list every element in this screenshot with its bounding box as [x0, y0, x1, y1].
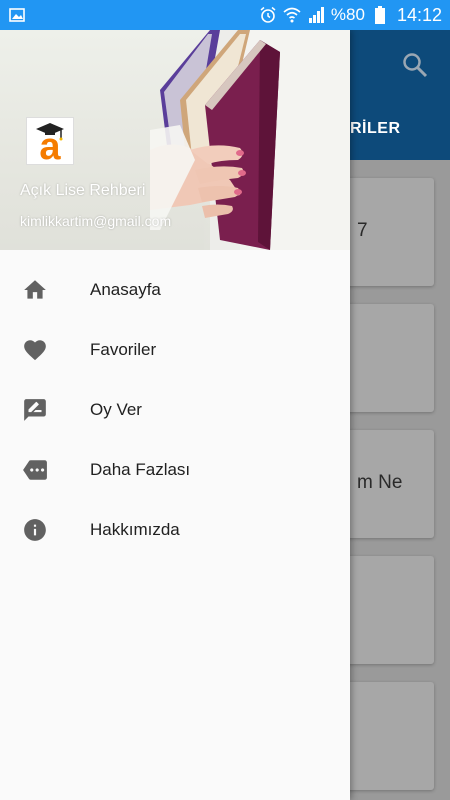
heart-icon [20, 335, 50, 365]
list-card[interactable] [337, 304, 434, 412]
menu-label: Hakkımızda [90, 520, 180, 539]
list-card[interactable]: 7 [337, 178, 434, 286]
menu-item-daha-fazlasi[interactable]: Daha Fazlası [0, 440, 350, 500]
gallery-icon [8, 6, 26, 24]
menu-item-hakkimizda[interactable]: Hakkımızda [0, 500, 350, 560]
tab-favorites-partial[interactable]: RİLER [350, 120, 401, 138]
drawer-email: kimlikkartim@gmail.com [20, 213, 172, 229]
drawer-app-name: Açık Lise Rehberi [20, 182, 146, 199]
list-card[interactable] [337, 556, 434, 664]
menu-label: Oy Ver [90, 400, 142, 419]
wifi-icon [283, 6, 301, 24]
battery-icon [371, 6, 389, 24]
signal-icon [307, 6, 325, 24]
books-header-image [150, 30, 350, 250]
menu-item-oy-ver[interactable]: Oy Ver [0, 380, 350, 440]
more-label-icon [20, 455, 50, 485]
drawer-menu: Anasayfa Favoriler Oy Ver Daha Fazlası H… [0, 260, 350, 560]
menu-label: Anasayfa [90, 280, 161, 299]
battery-percent: %80 [330, 5, 365, 24]
menu-label: Daha Fazlası [90, 460, 191, 479]
status-time: 14:12 [396, 4, 442, 25]
status-bar: %80 14:12 [0, 0, 450, 30]
app-logo: a [26, 117, 74, 165]
menu-item-favoriler[interactable]: Favoriler [0, 320, 350, 380]
home-icon [20, 275, 50, 305]
navigation-drawer: a Açık Lise Rehberi kimlikkartim@gmail.c… [0, 30, 350, 800]
menu-item-anasayfa[interactable]: Anasayfa [0, 260, 350, 320]
rate-review-icon [20, 395, 50, 425]
drawer-header: a Açık Lise Rehberi kimlikkartim@gmail.c… [0, 30, 350, 250]
card-text: m Ne [357, 472, 403, 493]
card-text: 7 [357, 220, 368, 241]
list-card[interactable] [337, 682, 434, 790]
info-icon [20, 515, 50, 545]
list-card[interactable]: m Ne [337, 430, 434, 538]
search-icon[interactable] [402, 52, 428, 83]
alarm-icon [259, 6, 277, 24]
menu-label: Favoriler [90, 340, 157, 359]
